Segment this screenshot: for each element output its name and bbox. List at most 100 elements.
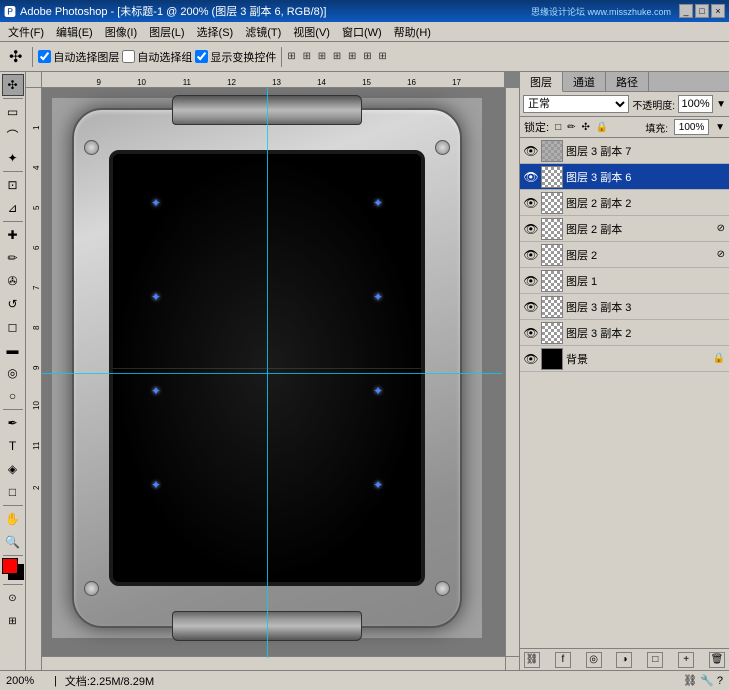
layer-item-8[interactable]: 👁 背景 🔒 [520, 346, 729, 372]
layer-style-btn[interactable]: f [555, 652, 571, 668]
minimize-button[interactable]: _ [679, 4, 693, 18]
new-layer-btn[interactable]: + [678, 652, 694, 668]
menu-file[interactable]: 文件(F) [2, 23, 50, 41]
layer-item-3[interactable]: 👁 图层 2 副本 ⊘ [520, 216, 729, 242]
layer-thumb-3 [541, 218, 563, 240]
layer-lock-4: ⊘ [717, 249, 725, 260]
layer-thumb-5 [541, 270, 563, 292]
layer-name-8: 背景 [566, 351, 710, 367]
layer-item-0[interactable]: 👁 图层 3 副本 7 [520, 138, 729, 164]
fill-arrow[interactable]: ▼ [715, 122, 725, 133]
menu-select[interactable]: 选择(S) [191, 23, 240, 41]
tab-layers[interactable]: 图层 [520, 72, 563, 92]
delete-layer-btn[interactable]: 🗑 [709, 652, 725, 668]
tool-sep-5 [3, 505, 23, 506]
fill-input[interactable] [674, 119, 709, 135]
hand-tool[interactable]: ✋ [2, 508, 24, 530]
show-transform-checkbox[interactable]: 显示变换控件 [195, 49, 276, 65]
layer-item-1[interactable]: 👁 图层 3 副本 6 [520, 164, 729, 190]
scrollbar-horizontal[interactable] [42, 656, 505, 670]
layer-visibility-5[interactable]: 👁 [524, 274, 538, 288]
auto-select-layer-checkbox[interactable]: 自动选择图层 [38, 49, 119, 65]
close-button[interactable]: × [711, 4, 725, 18]
shape-tool[interactable]: □ [2, 481, 24, 503]
layer-item-6[interactable]: 👁 图层 3 副本 3 [520, 294, 729, 320]
color-swatches[interactable] [2, 558, 24, 582]
move-tool-options[interactable]: ✣ [4, 46, 27, 68]
layer-name-1: 图层 3 副本 6 [566, 169, 725, 185]
canvas-viewport[interactable]: ✦ ✦ ✦ ✦ ✦ ✦ ✦ ✦ [42, 88, 519, 670]
menu-help[interactable]: 帮助(H) [388, 23, 437, 41]
layer-visibility-0[interactable]: 👁 [524, 144, 538, 158]
link-layers-btn[interactable]: ⛓ [524, 652, 540, 668]
lock-position[interactable]: ✣ [582, 122, 590, 133]
menu-edit[interactable]: 编辑(E) [50, 23, 99, 41]
maximize-button[interactable]: □ [695, 4, 709, 18]
layer-visibility-6[interactable]: 👁 [524, 300, 538, 314]
screen-grid-v [267, 154, 268, 582]
show-transform-input[interactable] [195, 50, 208, 63]
lock-pixels[interactable]: ✏ [567, 122, 575, 133]
quick-mask[interactable]: ⊙ [2, 587, 24, 609]
layer-item-4[interactable]: 👁 图层 2 ⊘ [520, 242, 729, 268]
dodge-tool[interactable]: ○ [2, 385, 24, 407]
main-area: ✣ ▭ ⌒ ✦ ⊡ ⊿ ✚ ✏ ✇ ↺ ◻ ▬ ◎ ○ ✒ T ◈ □ ✋ 🔍 … [0, 72, 729, 670]
opacity-input[interactable] [678, 95, 713, 113]
menu-filter[interactable]: 滤镜(T) [239, 23, 287, 41]
layer-item-2[interactable]: 👁 图层 2 副本 2 [520, 190, 729, 216]
brush-tool[interactable]: ✏ [2, 247, 24, 269]
layer-visibility-8[interactable]: 👁 [524, 352, 538, 366]
marquee-tool[interactable]: ▭ [2, 101, 24, 123]
lasso-tool[interactable]: ⌒ [2, 124, 24, 146]
zoom-tool[interactable]: 🔍 [2, 531, 24, 553]
heal-tool[interactable]: ✚ [2, 224, 24, 246]
history-brush[interactable]: ↺ [2, 293, 24, 315]
canvas-area[interactable]: 9 10 11 12 13 14 15 16 17 1 4 5 6 7 8 9 [26, 72, 519, 670]
menu-window[interactable]: 窗口(W) [336, 23, 388, 41]
auto-select-group-input[interactable] [122, 50, 135, 63]
layer-list: 👁 图层 3 副本 7 👁 图层 3 副本 6 👁 图层 2 副本 2 👁 [520, 138, 729, 648]
eyedropper[interactable]: ⊿ [2, 197, 24, 219]
text-tool[interactable]: T [2, 435, 24, 457]
eraser-tool[interactable]: ◻ [2, 316, 24, 338]
layer-visibility-4[interactable]: 👁 [524, 248, 538, 262]
layer-visibility-1[interactable]: 👁 [524, 170, 538, 184]
window-controls[interactable]: _ □ × [679, 4, 725, 18]
tab-paths[interactable]: 路径 [606, 72, 649, 91]
tab-channels[interactable]: 通道 [563, 72, 606, 91]
clone-tool[interactable]: ✇ [2, 270, 24, 292]
scrollbar-vertical[interactable] [505, 88, 519, 656]
auto-select-group-checkbox[interactable]: 自动选择组 [122, 49, 192, 65]
pen-tool[interactable]: ✒ [2, 412, 24, 434]
device-screen-bezel: ✦ ✦ ✦ ✦ ✦ ✦ ✦ ✦ [109, 150, 425, 586]
photoshop-canvas[interactable]: ✦ ✦ ✦ ✦ ✦ ✦ ✦ ✦ [52, 98, 482, 638]
layer-item-7[interactable]: 👁 图层 3 副本 2 [520, 320, 729, 346]
magic-wand[interactable]: ✦ [2, 147, 24, 169]
layer-visibility-3[interactable]: 👁 [524, 222, 538, 236]
layers-panel: 图层 通道 路径 正常 不透明度: ▼ 锁定: □ ✏ ✣ 🔒 填充: ▼ [519, 72, 729, 670]
blend-mode-select[interactable]: 正常 [523, 95, 629, 113]
path-selection[interactable]: ◈ [2, 458, 24, 480]
blur-tool[interactable]: ◎ [2, 362, 24, 384]
menu-layer[interactable]: 图层(L) [143, 23, 190, 41]
menu-image[interactable]: 图像(I) [99, 23, 143, 41]
crop-tool[interactable]: ⊡ [2, 174, 24, 196]
group-layers-btn[interactable]: □ [647, 652, 663, 668]
layer-item-5[interactable]: 👁 图层 1 [520, 268, 729, 294]
layer-mask-btn[interactable]: ◎ [586, 652, 602, 668]
layer-visibility-2[interactable]: 👁 [524, 196, 538, 210]
move-tool[interactable]: ✣ [2, 74, 24, 96]
auto-select-layer-input[interactable] [38, 50, 51, 63]
menu-view[interactable]: 视图(V) [287, 23, 336, 41]
adjustment-layer-btn[interactable]: ◑ [616, 652, 632, 668]
title-left: 🅿 Adobe Photoshop - [未标题-1 @ 200% (图层 3 … [4, 3, 326, 20]
layer-thumb-2 [541, 192, 563, 214]
foreground-color[interactable] [2, 558, 18, 574]
gradient-tool[interactable]: ▬ [2, 339, 24, 361]
ruler-left: 1 4 5 6 7 8 9 10 11 2 [26, 88, 42, 670]
layer-visibility-7[interactable]: 👁 [524, 326, 538, 340]
lock-transparent[interactable]: □ [555, 122, 561, 133]
opacity-arrow[interactable]: ▼ [716, 99, 726, 110]
screen-mode[interactable]: ⊞ [2, 610, 24, 632]
lock-all[interactable]: 🔒 [596, 122, 608, 133]
